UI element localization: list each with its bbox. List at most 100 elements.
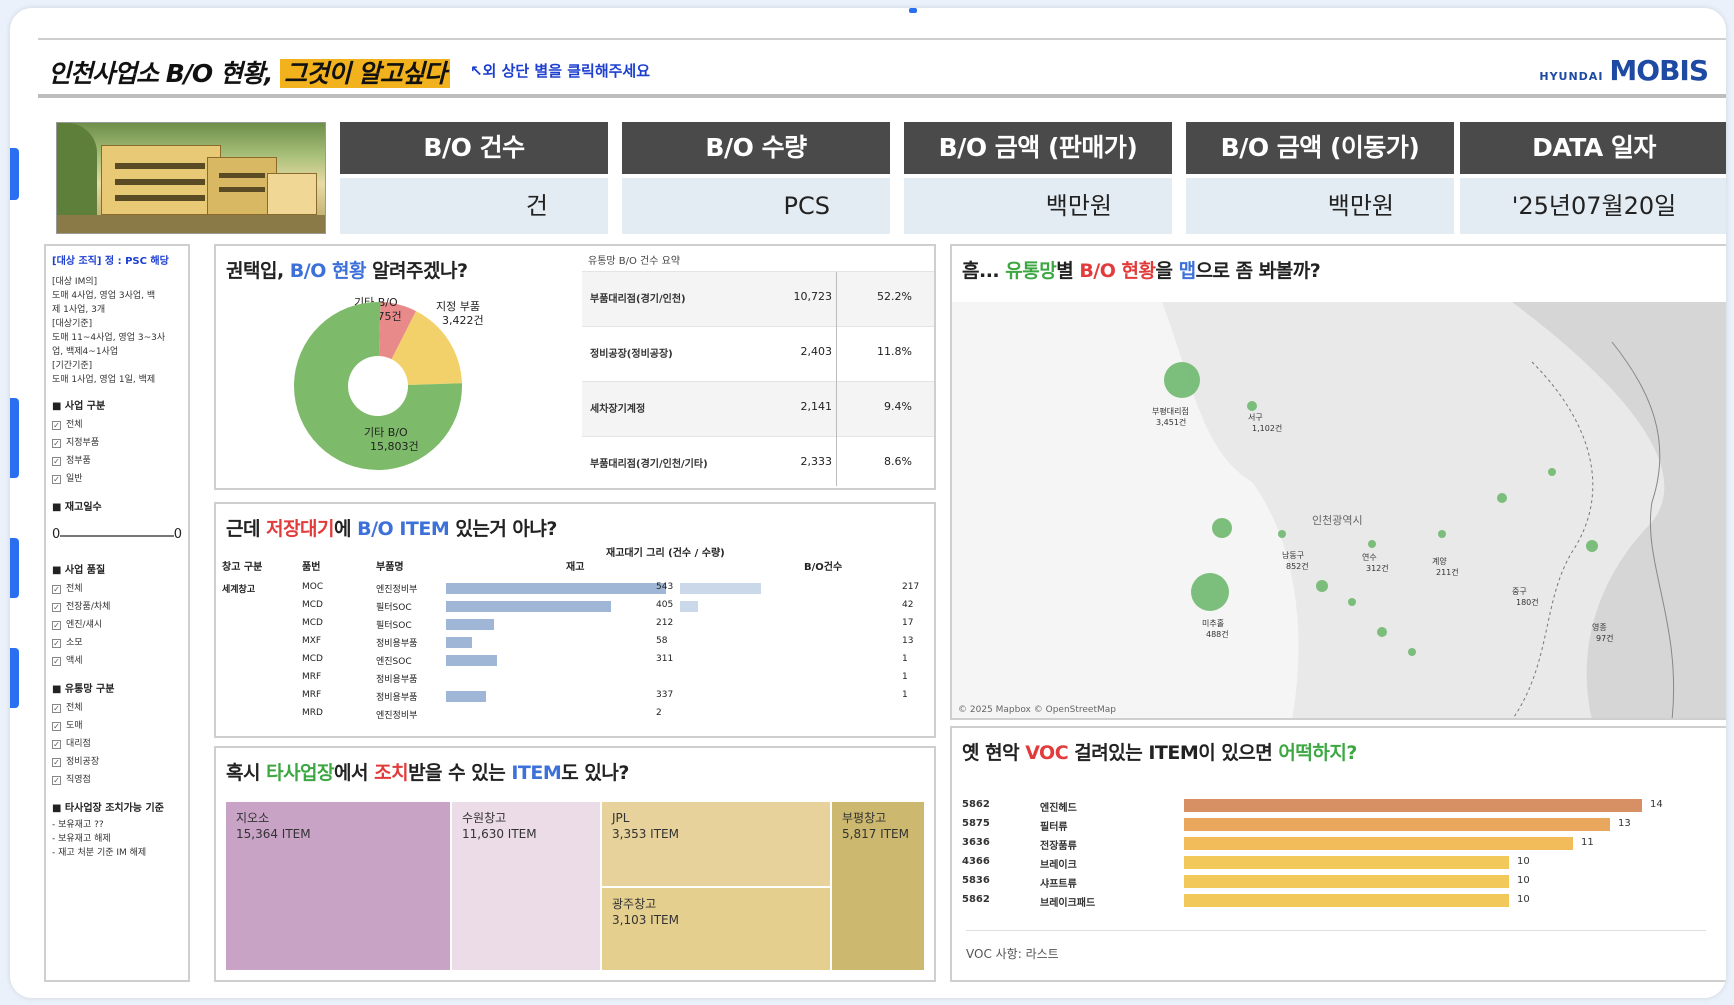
table-row[interactable]: 부품대리점(경기/인천) 10,723 52.2%: [582, 271, 934, 326]
stock-value: 58: [656, 636, 668, 646]
map-point[interactable]: [1247, 401, 1257, 411]
checkbox-label: 일반: [66, 474, 83, 484]
checkbox-icon[interactable]: ✓: [52, 740, 61, 749]
voc-bar[interactable]: [1184, 875, 1509, 888]
voc-bar[interactable]: [1184, 818, 1610, 831]
map-point[interactable]: [1164, 362, 1200, 398]
bo-bar[interactable]: [680, 601, 698, 612]
filter-checkbox[interactable]: ✓ 소모: [52, 634, 182, 652]
map-point[interactable]: [1316, 580, 1328, 592]
channel-pct: 9.4%: [884, 400, 912, 413]
filter-section-title: ■ 사업 품질: [52, 565, 106, 576]
checkbox-icon[interactable]: ✓: [52, 722, 61, 731]
treemap-cell-name: 지오소: [236, 811, 270, 825]
filter-section-title: ■ 유통망 구분: [52, 684, 115, 695]
checkbox-icon[interactable]: ✓: [52, 457, 61, 466]
map-point[interactable]: [1278, 530, 1286, 538]
checkbox-icon[interactable]: ✓: [52, 585, 61, 594]
slider-track[interactable]: [60, 535, 174, 537]
table-row[interactable]: 세차장기계정 2,141 9.4%: [582, 381, 934, 436]
treemap-cell[interactable]: 광주창고 3,103 ITEM: [602, 888, 832, 972]
map-point[interactable]: [1377, 627, 1387, 637]
title-highlight: 그것이 알고싶다: [280, 59, 450, 88]
voc-bar[interactable]: [1184, 799, 1642, 812]
table-row[interactable]: 5862 브레이크패드 10: [952, 891, 1712, 909]
table-row[interactable]: MRF 정비용부품 1: [216, 670, 916, 687]
voc-bar[interactable]: [1184, 894, 1509, 907]
treemap-cell[interactable]: 부평창고 5,817 ITEM: [832, 802, 926, 972]
table-row[interactable]: MRD 엔진정비부 2: [216, 706, 916, 723]
voc-value: 11: [1581, 837, 1594, 848]
checkbox-icon[interactable]: ✓: [52, 439, 61, 448]
bo-bar[interactable]: [680, 583, 761, 594]
map-point[interactable]: [1497, 493, 1507, 503]
stock-bar[interactable]: [446, 583, 666, 594]
map-point[interactable]: [1548, 468, 1556, 476]
voc-bar[interactable]: [1184, 837, 1573, 850]
checkbox-icon[interactable]: ✓: [52, 704, 61, 713]
map-point[interactable]: [1348, 598, 1356, 606]
dashboard-frame: 인천사업소 B/O 현황, 그것이 알고싶다 ↖외 상단 별을 클릭해주세요 H…: [10, 8, 1726, 998]
table-row[interactable]: 3636 전장품류 11: [952, 834, 1712, 852]
checkbox-icon[interactable]: ✓: [52, 639, 61, 648]
stock-bar[interactable]: [446, 691, 486, 702]
filter-checkbox[interactable]: ✓ 엔진/섀시: [52, 616, 182, 634]
left-accent: [10, 148, 19, 708]
checkbox-icon[interactable]: ✓: [52, 621, 61, 630]
filter-checkbox[interactable]: ✓ 전체: [52, 699, 182, 717]
stock-days-slider[interactable]: 00: [52, 517, 182, 551]
table-row[interactable]: 5875 필터류 13: [952, 815, 1712, 833]
filter-checkbox[interactable]: ✓ 직영점: [52, 771, 182, 789]
table-row[interactable]: MCD 필터SOC 405 42: [216, 598, 916, 615]
table-row[interactable]: 5836 샤프트류 10: [952, 872, 1712, 890]
filter-checkbox[interactable]: ✓ 일반: [52, 470, 182, 488]
filter-section-title: ■ 재고일수: [52, 502, 102, 513]
map-point-label: 연수: [1362, 553, 1377, 562]
bar-panel-title: 근데 저장대기에 B/O ITEM 있는거 아냐?: [226, 518, 557, 540]
table-row[interactable]: 부품대리점(경기/인천/기타) 2,333 8.6%: [582, 436, 934, 488]
map-point[interactable]: [1586, 540, 1598, 552]
filter-checkbox[interactable]: ✓ 액세: [52, 652, 182, 670]
table-row[interactable]: MCD 엔진SOC 311 1: [216, 652, 916, 669]
part-name: 정비용부품: [376, 639, 418, 649]
checkbox-icon[interactable]: ✓: [52, 776, 61, 785]
stock-bar[interactable]: [446, 619, 494, 630]
stock-bar[interactable]: [446, 637, 472, 648]
table-row[interactable]: MXF 정비용부품 58 13: [216, 634, 916, 651]
stock-bar[interactable]: [446, 655, 497, 666]
filter-checkbox[interactable]: ✓ 전체: [52, 580, 182, 598]
table-row[interactable]: 5862 엔진헤드 14: [952, 796, 1712, 814]
kpi-bo-quantity: B/O 수량 PCS: [622, 122, 890, 234]
checkbox-icon[interactable]: ✓: [52, 603, 61, 612]
filter-checkbox[interactable]: ✓ 전장품/차체: [52, 598, 182, 616]
checkbox-label: 소모: [66, 638, 83, 648]
checkbox-icon[interactable]: ✓: [52, 421, 61, 430]
filter-checkbox[interactable]: ✓ 전체: [52, 416, 182, 434]
checkbox-icon[interactable]: ✓: [52, 475, 61, 484]
filter-checkbox[interactable]: ✓ 지정부품: [52, 434, 182, 452]
map-point[interactable]: [1438, 530, 1446, 538]
map-point[interactable]: [1408, 648, 1416, 656]
table-row[interactable]: 4366 브레이크 10: [952, 853, 1712, 871]
map-point[interactable]: [1212, 518, 1232, 538]
map-point[interactable]: [1368, 540, 1376, 548]
treemap-cell[interactable]: 지오소 15,364 ITEM: [226, 802, 452, 972]
table-row[interactable]: MRF 정비용부품 337 1: [216, 688, 916, 705]
table-row[interactable]: MOC 엔진정비부 543 217: [216, 580, 919, 597]
treemap-cell[interactable]: 수원창고 11,630 ITEM: [452, 802, 602, 972]
table-row[interactable]: 정비공장(정비공장) 2,403 11.8%: [582, 326, 934, 381]
map-point[interactable]: [1191, 573, 1229, 611]
bo-map[interactable]: 인천광역시© 2025 Mapbox © OpenStreetMap부평대리점3…: [952, 302, 1726, 720]
part-code: MCD: [302, 654, 323, 664]
filter-checkbox[interactable]: ✓ 정부품: [52, 452, 182, 470]
filter-checkbox[interactable]: ✓ 정비공장: [52, 753, 182, 771]
stock-bar[interactable]: [446, 601, 611, 612]
voc-bar[interactable]: [1184, 856, 1509, 869]
filter-checkbox[interactable]: ✓ 도매: [52, 717, 182, 735]
filter-checkbox[interactable]: ✓ 대리점: [52, 735, 182, 753]
table-row[interactable]: MCD 필터SOC 212 17: [216, 616, 916, 633]
treemap-cell[interactable]: JPL 3,353 ITEM: [602, 802, 832, 888]
checkbox-icon[interactable]: ✓: [52, 758, 61, 767]
stock-value: 337: [656, 690, 674, 700]
checkbox-icon[interactable]: ✓: [52, 657, 61, 666]
